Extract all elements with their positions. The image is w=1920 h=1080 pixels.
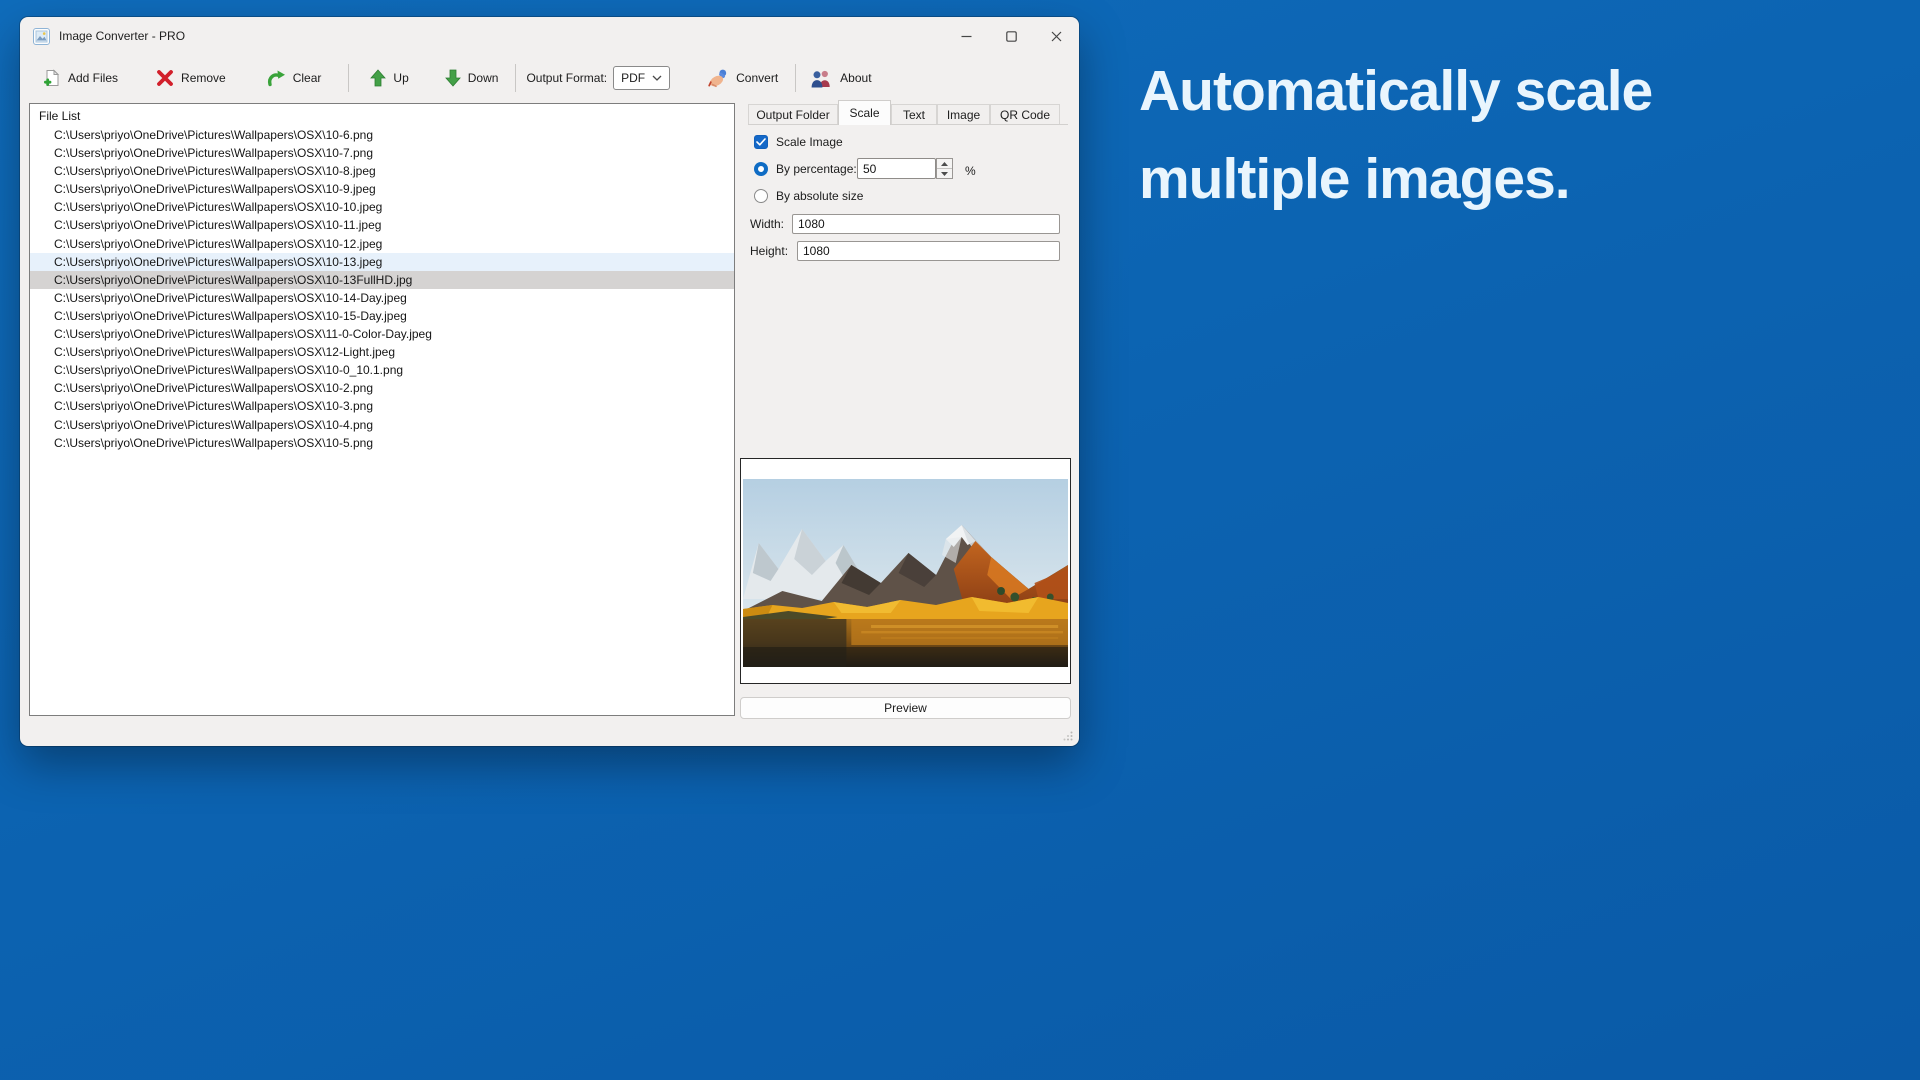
file-list-item[interactable]: C:\Users\priyo\OneDrive\Pictures\Wallpap… xyxy=(30,343,734,361)
minimize-icon xyxy=(961,31,972,42)
tab-image[interactable]: Image xyxy=(937,104,990,125)
down-label: Down xyxy=(468,71,499,85)
file-list-item[interactable]: C:\Users\priyo\OneDrive\Pictures\Wallpap… xyxy=(30,198,734,216)
by-percentage-radio[interactable] xyxy=(754,162,768,176)
by-percentage-label: By percentage: xyxy=(776,162,857,176)
remove-button[interactable]: Remove xyxy=(151,65,231,91)
preview-image xyxy=(743,479,1068,667)
file-list-item[interactable]: C:\Users\priyo\OneDrive\Pictures\Wallpap… xyxy=(30,361,734,379)
file-list-panel: File List C:\Users\priyo\OneDrive\Pictur… xyxy=(29,103,735,716)
headline-line2: multiple images. xyxy=(1139,135,1652,223)
toolbar-separator xyxy=(795,64,796,92)
convert-icon xyxy=(707,68,729,88)
spinner-up-icon xyxy=(941,162,948,166)
tab-strip: Output Folder Scale Text Image QR Code xyxy=(748,100,1060,125)
file-list-item[interactable]: C:\Users\priyo\OneDrive\Pictures\Wallpap… xyxy=(30,235,734,253)
app-window: Image Converter - PRO xyxy=(20,17,1079,746)
toolbar-separator xyxy=(348,64,349,92)
file-list-item[interactable]: C:\Users\priyo\OneDrive\Pictures\Wallpap… xyxy=(30,253,734,271)
by-absolute-label: By absolute size xyxy=(776,189,863,203)
down-button[interactable]: Down xyxy=(440,65,504,91)
scale-image-label: Scale Image xyxy=(776,135,843,149)
spinner-up-button[interactable] xyxy=(937,159,952,169)
output-format-label: Output Format: xyxy=(526,71,607,85)
file-list-item[interactable]: C:\Users\priyo\OneDrive\Pictures\Wallpap… xyxy=(30,144,734,162)
toolbar: Add Files Remove Clear Up Down xyxy=(20,55,1079,101)
clear-icon xyxy=(266,69,286,87)
up-button[interactable]: Up xyxy=(365,65,413,91)
scale-image-checkbox[interactable] xyxy=(754,135,768,149)
title-bar[interactable]: Image Converter - PRO xyxy=(20,17,1079,55)
spinner-down-icon xyxy=(941,172,948,176)
up-arrow-icon xyxy=(370,69,386,87)
percentage-spinner xyxy=(936,158,953,179)
output-format-select[interactable]: PDF xyxy=(613,66,670,90)
tab-qr-code[interactable]: QR Code xyxy=(990,104,1060,125)
convert-button[interactable]: Convert xyxy=(702,64,783,92)
check-icon xyxy=(756,138,766,146)
file-list-item[interactable]: C:\Users\priyo\OneDrive\Pictures\Wallpap… xyxy=(30,307,734,325)
file-list-item[interactable]: C:\Users\priyo\OneDrive\Pictures\Wallpap… xyxy=(30,271,734,289)
down-arrow-icon xyxy=(445,69,461,87)
by-absolute-radio-row[interactable]: By absolute size xyxy=(754,189,863,203)
percentage-input[interactable] xyxy=(857,158,936,179)
headline-line1: Automatically scale xyxy=(1139,47,1652,135)
by-percentage-radio-row[interactable]: By percentage: xyxy=(754,162,857,176)
file-list-item[interactable]: C:\Users\priyo\OneDrive\Pictures\Wallpap… xyxy=(30,162,734,180)
width-input[interactable] xyxy=(792,214,1060,234)
clear-label: Clear xyxy=(293,71,322,85)
maximize-icon xyxy=(1006,31,1017,42)
tab-output-folder[interactable]: Output Folder xyxy=(748,104,838,125)
scale-image-checkbox-row[interactable]: Scale Image xyxy=(754,135,843,149)
up-label: Up xyxy=(393,71,408,85)
file-list-item[interactable]: C:\Users\priyo\OneDrive\Pictures\Wallpap… xyxy=(30,216,734,234)
about-button[interactable]: About xyxy=(804,65,876,92)
about-label: About xyxy=(840,71,871,85)
tab-text[interactable]: Text xyxy=(891,104,937,125)
convert-label: Convert xyxy=(736,71,778,85)
height-label: Height: xyxy=(750,244,788,258)
clear-button[interactable]: Clear xyxy=(261,65,327,91)
file-list-item[interactable]: C:\Users\priyo\OneDrive\Pictures\Wallpap… xyxy=(30,379,734,397)
tab-scale[interactable]: Scale xyxy=(838,100,891,125)
remove-label: Remove xyxy=(181,71,226,85)
file-list-item[interactable]: C:\Users\priyo\OneDrive\Pictures\Wallpap… xyxy=(30,180,734,198)
percent-sign: % xyxy=(965,164,976,178)
width-label: Width: xyxy=(750,217,784,231)
file-list-item[interactable]: C:\Users\priyo\OneDrive\Pictures\Wallpap… xyxy=(30,289,734,307)
remove-icon xyxy=(156,69,174,87)
resize-grip[interactable] xyxy=(1063,731,1073,741)
toolbar-separator xyxy=(515,64,516,92)
file-list-item[interactable]: C:\Users\priyo\OneDrive\Pictures\Wallpap… xyxy=(30,126,734,144)
file-list-item[interactable]: C:\Users\priyo\OneDrive\Pictures\Wallpap… xyxy=(30,434,734,452)
output-format-value: PDF xyxy=(621,71,645,85)
by-absolute-radio[interactable] xyxy=(754,189,768,203)
spinner-down-button[interactable] xyxy=(937,169,952,178)
preview-box xyxy=(740,458,1071,684)
file-list-item[interactable]: C:\Users\priyo\OneDrive\Pictures\Wallpap… xyxy=(30,397,734,415)
file-list-item[interactable]: C:\Users\priyo\OneDrive\Pictures\Wallpap… xyxy=(30,325,734,343)
close-button[interactable] xyxy=(1034,17,1079,55)
file-list-item[interactable]: C:\Users\priyo\OneDrive\Pictures\Wallpap… xyxy=(30,416,734,434)
maximize-button[interactable] xyxy=(989,17,1034,55)
window-title: Image Converter - PRO xyxy=(59,29,185,43)
height-input[interactable] xyxy=(797,241,1060,261)
headline: Automatically scale multiple images. xyxy=(1139,47,1652,223)
about-icon xyxy=(809,69,833,88)
preview-button-label: Preview xyxy=(884,701,927,715)
add-files-label: Add Files xyxy=(68,71,118,85)
preview-button[interactable]: Preview xyxy=(740,697,1071,719)
file-list-label: File List xyxy=(30,104,734,126)
app-icon xyxy=(33,28,50,45)
close-icon xyxy=(1051,31,1062,42)
add-files-button[interactable]: Add Files xyxy=(38,65,123,91)
add-files-icon xyxy=(43,69,61,87)
file-list-rows: C:\Users\priyo\OneDrive\Pictures\Wallpap… xyxy=(30,126,734,452)
chevron-down-icon xyxy=(652,75,662,81)
minimize-button[interactable] xyxy=(944,17,989,55)
